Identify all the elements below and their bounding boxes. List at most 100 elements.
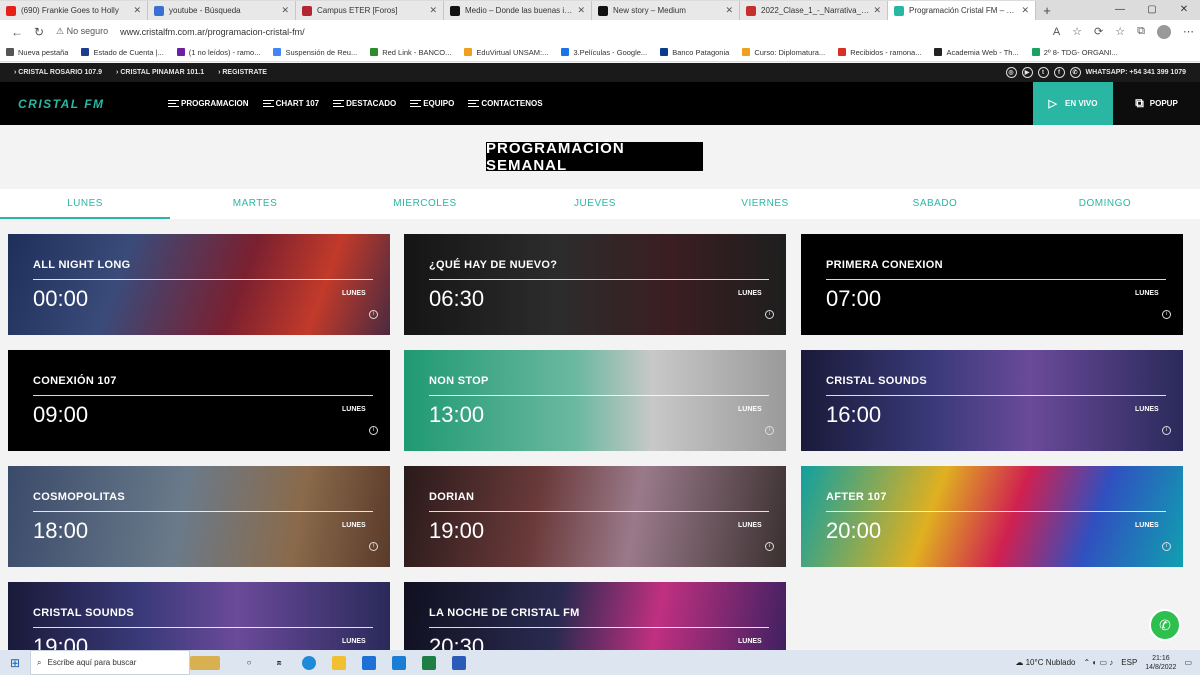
dragon-widget-icon[interactable] xyxy=(190,650,220,675)
info-icon[interactable]: i xyxy=(1162,542,1171,551)
nav-destacado[interactable]: DESTACADO xyxy=(333,99,396,108)
weather-widget[interactable]: ☁ 10°C Nublado xyxy=(1015,658,1075,667)
not-secure-warning[interactable]: ⚠ No seguro xyxy=(56,26,108,37)
bookmark-item[interactable]: 2º 8- TDG- ORGANI... xyxy=(1031,48,1118,57)
whatsapp-float-button[interactable]: ✆ xyxy=(1149,609,1181,641)
info-icon[interactable]: i xyxy=(765,426,774,435)
program-card[interactable]: COSMOPOLITAS 18:00 LUNES i xyxy=(8,466,390,567)
more-menu-icon[interactable]: ⋯ xyxy=(1183,25,1194,38)
program-card[interactable]: ¿QUÉ HAY DE NUEVO? 06:30 LUNES i xyxy=(404,234,786,335)
browser-tab[interactable]: Medio – Donde las buenas ideas ✕ xyxy=(444,1,592,20)
close-tab-icon[interactable]: ✕ xyxy=(429,5,437,16)
facebook-icon[interactable]: f xyxy=(1053,67,1065,78)
language-indicator[interactable]: ESP xyxy=(1121,658,1137,667)
bookmark-item[interactable]: (1 no leídos) - ramo... xyxy=(176,48,260,57)
read-aloud-icon[interactable]: A xyxy=(1053,26,1060,38)
info-icon[interactable]: i xyxy=(765,310,774,319)
back-icon[interactable]: ← xyxy=(6,25,28,39)
word-icon[interactable] xyxy=(444,650,474,675)
close-tab-icon[interactable]: ✕ xyxy=(1021,5,1029,16)
info-icon[interactable]: i xyxy=(369,310,378,319)
favorites-icon[interactable]: ☆ xyxy=(1115,25,1125,38)
browser-tab[interactable]: Programación Cristal FM – Crista ✕ xyxy=(888,1,1036,20)
close-tab-icon[interactable]: ✕ xyxy=(281,5,289,16)
bookmark-item[interactable]: Recibidos - ramona... xyxy=(838,48,921,57)
link-cristal-pinamar[interactable]: › CRISTAL PINAMAR 101.1 xyxy=(116,69,204,76)
bookmark-item[interactable]: 3.Películas - Google... xyxy=(561,48,647,57)
cortana-icon[interactable]: ○ xyxy=(234,650,264,675)
twitter-icon[interactable]: t xyxy=(1037,67,1049,78)
day-tab-viernes[interactable]: VIERNES xyxy=(680,189,850,219)
day-tab-miercoles[interactable]: MIERCOLES xyxy=(340,189,510,219)
day-tab-martes[interactable]: MARTES xyxy=(170,189,340,219)
bookmark-item[interactable]: Academia Web - Th... xyxy=(934,48,1019,57)
favorite-star-icon[interactable]: ☆ xyxy=(1072,25,1082,38)
bookmark-item[interactable]: Curso: Diplomatura... xyxy=(742,48,825,57)
info-icon[interactable]: i xyxy=(369,542,378,551)
excel-icon[interactable] xyxy=(414,650,444,675)
day-tab-jueves[interactable]: JUEVES xyxy=(510,189,680,219)
popup-button[interactable]: ⧉ POPUP xyxy=(1113,82,1200,125)
program-card[interactable]: CRISTAL SOUNDS 16:00 LUNES i xyxy=(801,350,1183,451)
mail-icon[interactable] xyxy=(384,650,414,675)
day-tab-lunes[interactable]: LUNES xyxy=(0,189,170,219)
minimize-icon[interactable]: — xyxy=(1104,0,1136,20)
collections-icon[interactable]: ⧉ xyxy=(1137,25,1145,38)
close-window-icon[interactable]: ✕ xyxy=(1168,0,1200,20)
bookmark-item[interactable]: Estado de Cuenta |... xyxy=(81,48,164,57)
notifications-icon[interactable]: ▭ xyxy=(1184,658,1192,667)
program-card[interactable]: AFTER 107 20:00 LUNES i xyxy=(801,466,1183,567)
nav-contactenos[interactable]: CONTACTENOS xyxy=(468,99,543,108)
en-vivo-button[interactable]: ▷ EN VIVO xyxy=(1033,82,1113,125)
tray-icons[interactable]: ⌃ ◐ ▭ ♪ xyxy=(1084,658,1114,667)
info-icon[interactable]: i xyxy=(765,542,774,551)
refresh-icon[interactable]: ↻ xyxy=(28,25,50,39)
bookmark-item[interactable]: Red Link - BANCO... xyxy=(370,48,451,57)
cristal-fm-logo[interactable]: CRISTAL FM xyxy=(18,97,168,111)
windows-start-icon[interactable]: ⊞ xyxy=(0,656,30,670)
new-tab-button[interactable]: + xyxy=(1036,1,1058,20)
close-tab-icon[interactable]: ✕ xyxy=(133,5,141,16)
day-tab-domingo[interactable]: DOMINGO xyxy=(1020,189,1190,219)
program-card[interactable]: PRIMERA CONEXION 07:00 LUNES i xyxy=(801,234,1183,335)
bookmark-item[interactable]: EduVirtual UNSAM:... xyxy=(464,48,548,57)
browser-tab[interactable]: youtube - Búsqueda ✕ xyxy=(148,1,296,20)
nav-equipo[interactable]: EQUIPO xyxy=(410,99,454,108)
browser-tab[interactable]: (690) Frankie Goes to Holly ✕ xyxy=(0,1,148,20)
instagram-icon[interactable]: ◎ xyxy=(1005,67,1017,78)
program-card[interactable]: LA NOCHE DE CRISTAL FM20:30LUNESi xyxy=(404,582,786,650)
nav-chart-107[interactable]: CHART 107 xyxy=(262,99,319,108)
info-icon[interactable]: i xyxy=(1162,310,1171,319)
bookmark-item[interactable]: Suspensión de Reu... xyxy=(273,48,357,57)
close-tab-icon[interactable]: ✕ xyxy=(873,5,881,16)
program-card[interactable]: CRISTAL SOUNDS19:00LUNESi xyxy=(8,582,390,650)
day-tab-sabado[interactable]: SABADO xyxy=(850,189,1020,219)
whatsapp-number[interactable]: WHATSAPP: +54 341 399 1079 xyxy=(1086,69,1186,76)
browser-tab[interactable]: New story – Medium ✕ xyxy=(592,1,740,20)
bookmark-item[interactable]: Nueva pestaña xyxy=(6,48,68,57)
maximize-icon[interactable]: ▢ xyxy=(1136,0,1168,20)
whatsapp-icon[interactable]: ✆ xyxy=(1069,67,1081,78)
task-view-icon[interactable]: ⧈ xyxy=(264,650,294,675)
taskbar-search[interactable]: ⌕ Escribe aquí para buscar xyxy=(30,650,190,675)
nav-programacion[interactable]: PROGRAMACION xyxy=(168,99,249,108)
store-icon[interactable] xyxy=(354,650,384,675)
program-card[interactable]: ALL NIGHT LONG 00:00 LUNES i xyxy=(8,234,390,335)
edge-icon[interactable] xyxy=(294,650,324,675)
bookmark-item[interactable]: Banco Patagonia xyxy=(660,48,729,57)
clock[interactable]: 21:16 14/8/2022 xyxy=(1145,654,1176,672)
program-card[interactable]: NON STOP 13:00 LUNES i xyxy=(404,350,786,451)
refresh-extension-icon[interactable]: ⟳ xyxy=(1094,25,1103,38)
browser-tab[interactable]: Campus ETER [Foros] ✕ xyxy=(296,1,444,20)
info-icon[interactable]: i xyxy=(1162,426,1171,435)
info-icon[interactable]: i xyxy=(369,426,378,435)
program-card[interactable]: CONEXIÓN 107 09:00 LUNES i xyxy=(8,350,390,451)
profile-avatar[interactable] xyxy=(1157,24,1171,39)
close-tab-icon[interactable]: ✕ xyxy=(577,5,585,16)
file-explorer-icon[interactable] xyxy=(324,650,354,675)
link-registrate[interactable]: › REGISTRATE xyxy=(218,69,267,76)
link-cristal-rosario[interactable]: › CRISTAL ROSARIO 107.9 xyxy=(14,69,102,76)
youtube-icon[interactable]: ▶ xyxy=(1021,67,1033,78)
program-card[interactable]: DORIAN 19:00 LUNES i xyxy=(404,466,786,567)
url-field[interactable]: www.cristalfm.com.ar/programacion-crista… xyxy=(120,27,305,37)
